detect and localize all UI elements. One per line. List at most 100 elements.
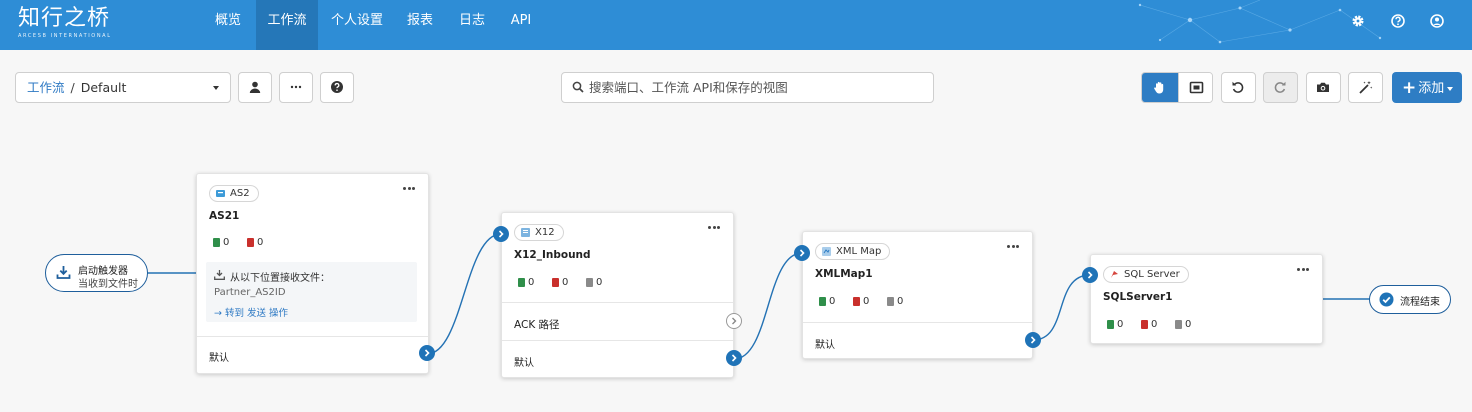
file-success-icon [819, 297, 826, 306]
selection-box-icon [1189, 81, 1204, 94]
connector-type-badge: X12 [514, 224, 564, 241]
goto-send-action-link[interactable]: → 转到 发送 操作 [214, 305, 288, 319]
more-options-button[interactable] [279, 72, 313, 103]
chevron-right-icon [498, 230, 504, 238]
output-port-ack-empty[interactable] [726, 313, 742, 329]
divider [197, 336, 428, 337]
workspace-selector[interactable]: 工作流 / Default [15, 72, 231, 103]
pan-mode-button[interactable] [1142, 73, 1178, 102]
connector-card-sqlserver[interactable]: SQL Server SQLServer1 0 0 0 [1090, 254, 1323, 344]
input-port-xmlmap[interactable] [794, 245, 810, 261]
pending-count: 0 [1175, 319, 1191, 331]
help-circle-icon[interactable] [1390, 13, 1406, 29]
gear-icon[interactable] [1350, 13, 1366, 29]
file-error-icon [1141, 320, 1148, 329]
logo-text: 知行之桥 [18, 6, 111, 31]
connector-card-xmlmap[interactable]: XML Map XMLMap1 0 0 0 默认 [802, 231, 1033, 359]
help-button[interactable] [320, 72, 354, 103]
divider [803, 322, 1032, 323]
connector-name: AS21 [209, 210, 240, 222]
connector-type-label: XML Map [836, 246, 882, 257]
nav-item-logs[interactable]: 日志 [450, 0, 494, 50]
success-count-value: 0 [223, 237, 230, 248]
card-menu-icon[interactable] [1007, 245, 1019, 249]
app-logo[interactable]: 知行之桥 ARCESB INTERNATIONAL [18, 6, 112, 39]
card-menu-icon[interactable] [1297, 268, 1309, 272]
output-port-as2[interactable] [419, 345, 435, 361]
xml-map-connector-icon [822, 247, 831, 256]
ack-path-label: ACK 路径 [514, 319, 560, 331]
chevron-right-icon [424, 349, 430, 357]
search-input[interactable]: 搜索端口、工作流 API和保存的视图 [561, 72, 934, 103]
input-port-x12[interactable] [493, 226, 509, 242]
undo-button[interactable] [1221, 72, 1256, 103]
chevron-right-icon [799, 249, 805, 257]
nav-item-workflow[interactable]: 工作流 [256, 0, 318, 50]
nav-item-overview[interactable]: 概览 [205, 0, 251, 50]
flow-end-node[interactable]: 流程结束 [1369, 285, 1451, 314]
success-count: 0 [1107, 319, 1123, 331]
question-circle-icon [331, 81, 343, 93]
camera-icon [1317, 82, 1329, 92]
error-count: 0 [247, 237, 263, 249]
error-count-value: 0 [1151, 319, 1158, 330]
breadcrumb-workflow-link[interactable]: 工作流 [27, 80, 65, 95]
connector-type-badge: AS2 [209, 185, 259, 202]
user-account-icon[interactable] [1429, 13, 1445, 29]
connector-card-as2[interactable]: AS2 AS21 0 0 从以下位置接收文件： Partner_AS2ID → … [196, 173, 429, 374]
input-port-sqlserver[interactable] [1082, 267, 1098, 283]
download-icon [56, 266, 71, 279]
card-menu-icon[interactable] [403, 187, 415, 191]
as2-connector-icon [216, 190, 225, 197]
redo-icon [1274, 81, 1286, 93]
add-button[interactable]: + 添加 [1392, 72, 1462, 103]
nav-item-personal-settings[interactable]: 个人设置 [326, 0, 388, 50]
screenshot-button[interactable] [1306, 72, 1341, 103]
connector-card-x12[interactable]: X12 X12_Inbound 0 0 0 ACK 路径 默认 [501, 212, 734, 378]
divider [502, 340, 733, 341]
success-count-value: 0 [528, 277, 535, 288]
add-label: 添加 [1418, 81, 1445, 96]
pending-count: 0 [586, 277, 602, 289]
success-count: 0 [819, 296, 835, 308]
nav-item-reports[interactable]: 报表 [398, 0, 442, 50]
error-count-value: 0 [863, 296, 870, 307]
chevron-right-icon [1087, 271, 1093, 279]
output-port-x12[interactable] [726, 350, 742, 366]
connector-type-label: SQL Server [1124, 269, 1180, 280]
error-count-value: 0 [257, 237, 264, 248]
plus-icon: + [1402, 78, 1417, 98]
error-count: 0 [552, 277, 568, 289]
pending-count-value: 0 [1185, 319, 1192, 330]
error-count: 0 [853, 296, 869, 308]
caret-down-icon [1447, 86, 1454, 91]
output-port-xmlmap[interactable] [1025, 332, 1041, 348]
auto-arrange-button[interactable] [1348, 72, 1383, 103]
divider [502, 302, 733, 303]
connector-as2-x12 [426, 233, 502, 355]
file-error-icon [853, 297, 860, 306]
redo-button[interactable] [1263, 72, 1298, 103]
receive-source: Partner_AS2ID [214, 287, 286, 298]
search-placeholder: 搜索端口、工作流 API和保存的视图 [589, 80, 788, 95]
search-icon [572, 81, 584, 93]
file-error-icon [552, 278, 559, 287]
trigger-node[interactable]: 启动触发器 当收到文件时 [45, 254, 148, 292]
workflow-canvas[interactable]: 启动触发器 当收到文件时 AS2 AS21 0 0 从以下位置接收文件： Par… [0, 110, 1472, 412]
nav-item-api[interactable]: API [501, 0, 541, 50]
card-menu-icon[interactable] [708, 226, 720, 230]
success-count-value: 0 [829, 296, 836, 307]
connector-type-badge: SQL Server [1103, 266, 1189, 283]
select-mode-button[interactable] [1178, 73, 1212, 102]
connector-name: XMLMap1 [815, 268, 873, 280]
file-pending-icon [887, 297, 894, 306]
pending-count: 0 [887, 296, 903, 308]
receive-label: 从以下位置接收文件： [230, 273, 330, 284]
workspace-name: Default [80, 80, 127, 95]
user-button[interactable] [238, 72, 272, 103]
file-pending-icon [1175, 320, 1182, 329]
top-navigation-bar: 知行之桥 ARCESB INTERNATIONAL 概览 工作流 个人设置 报表… [0, 0, 1472, 50]
file-success-icon [1107, 320, 1114, 329]
check-circle-icon [1379, 292, 1394, 307]
ellipsis-icon [290, 85, 302, 89]
